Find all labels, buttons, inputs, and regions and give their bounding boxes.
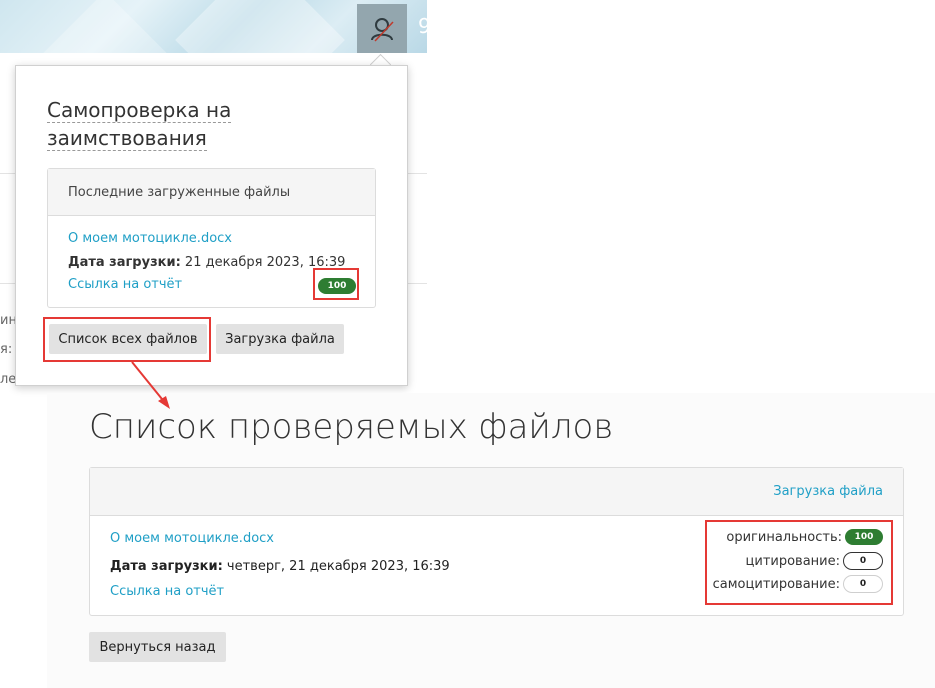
report-link[interactable]: Ссылка на отчёт	[110, 584, 224, 599]
date-value: четверг, 21 декабря 2023, 16:39	[226, 559, 450, 574]
back-button[interactable]: Вернуться назад	[89, 632, 226, 662]
upload-file-link[interactable]: Загрузка файла	[773, 484, 883, 499]
background-text-fragment: ле	[0, 372, 17, 387]
user-account-icon	[371, 17, 394, 42]
upload-date: Дата загрузки: 21 декабря 2023, 16:39	[68, 255, 345, 270]
file-link[interactable]: О моем мотоцикле.docx	[110, 531, 274, 546]
annotation-box	[705, 520, 893, 605]
files-panel-header: Загрузка файла	[90, 468, 903, 516]
user-menu-button[interactable]	[357, 4, 407, 53]
report-link[interactable]: Ссылка на отчёт	[68, 277, 182, 292]
header-fragment: 9	[418, 14, 431, 38]
upload-date: Дата загрузки: четверг, 21 декабря 2023,…	[110, 559, 450, 574]
recent-files-heading: Последние загруженные файлы	[48, 169, 375, 216]
page-title: Список проверяемых файлов	[89, 407, 614, 447]
upload-file-button[interactable]: Загрузка файла	[216, 324, 344, 354]
annotation-box	[313, 268, 359, 300]
date-label: Дата загрузки:	[68, 255, 181, 270]
popup-title[interactable]: Самопроверка на заимствования	[47, 96, 247, 152]
date-label: Дата загрузки:	[110, 559, 223, 574]
annotation-box	[43, 317, 211, 362]
file-link[interactable]: О моем мотоцикле.docx	[68, 231, 232, 246]
